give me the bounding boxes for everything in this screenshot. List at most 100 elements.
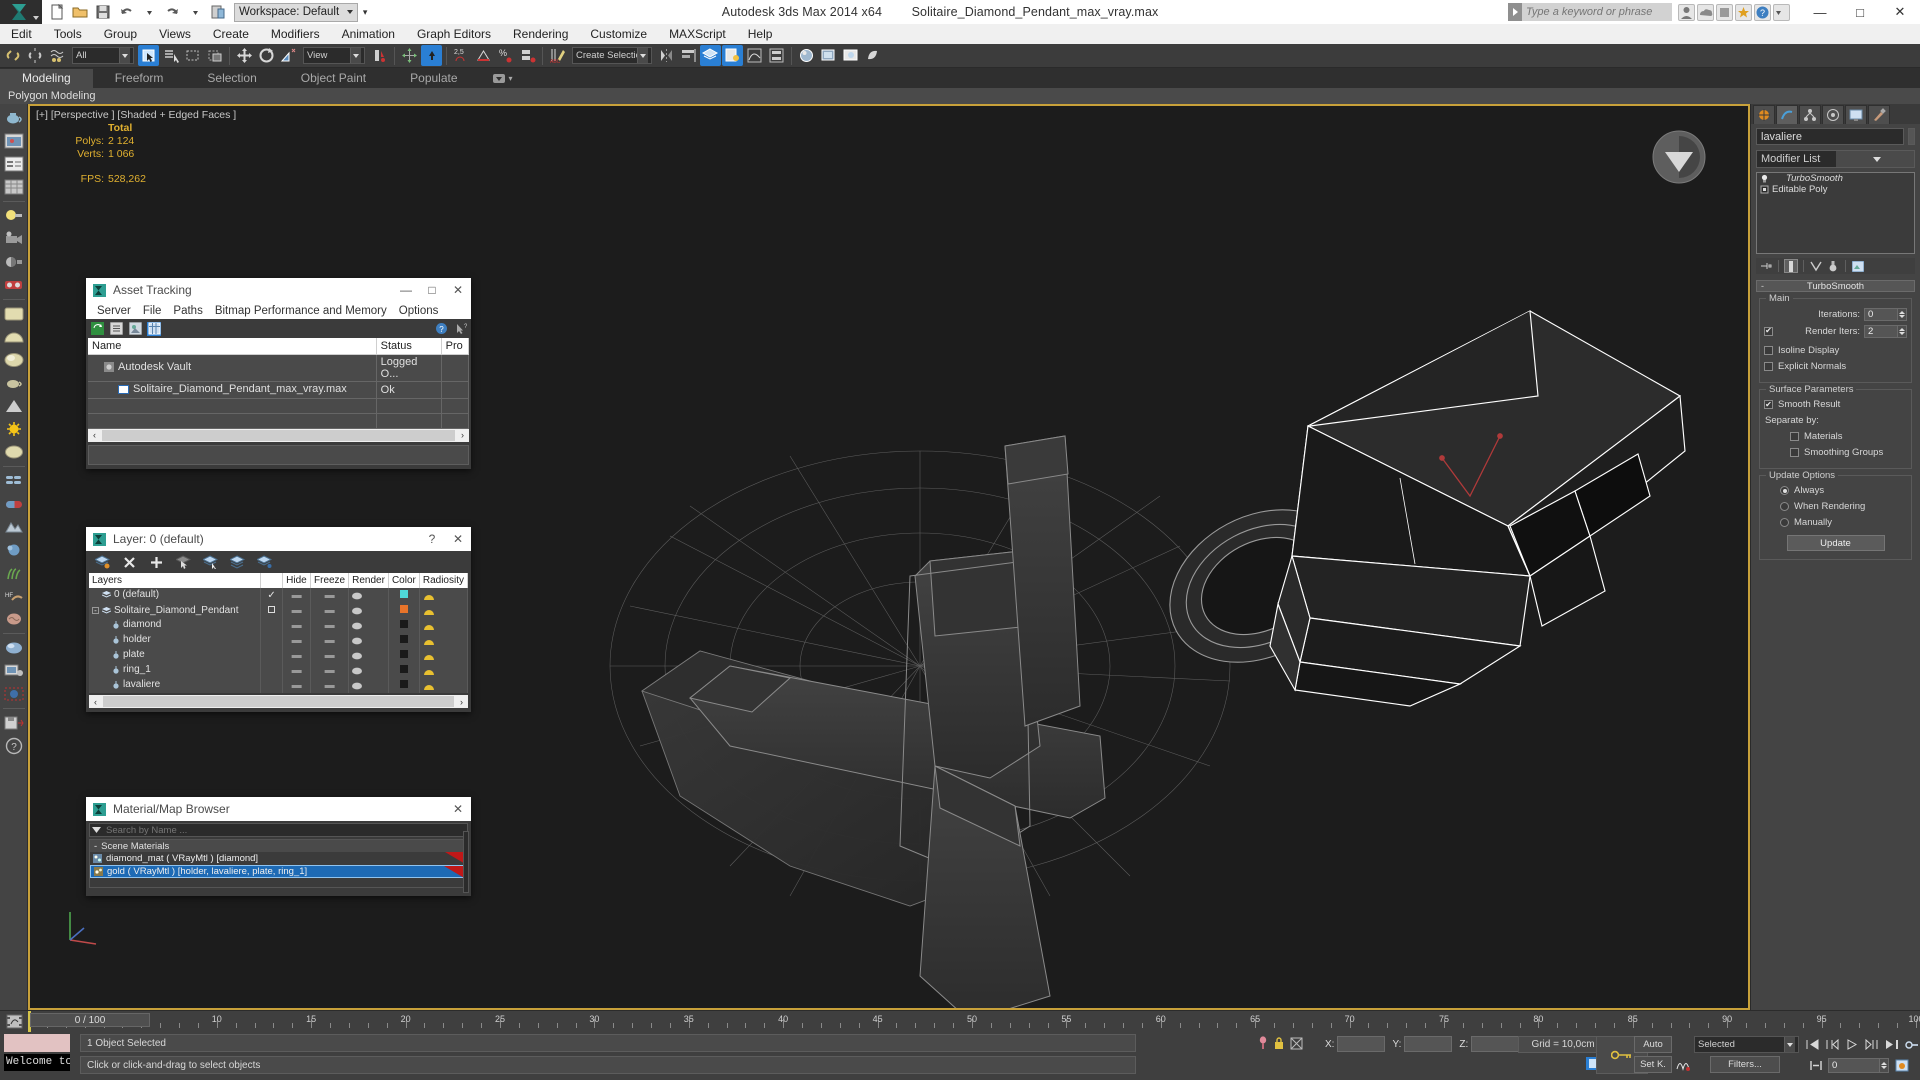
- mirror-icon[interactable]: [656, 45, 677, 66]
- search-box[interactable]: [1508, 3, 1672, 21]
- material-vertical-scrollbar[interactable]: [463, 831, 469, 893]
- remove-modifier-icon[interactable]: [1826, 259, 1840, 273]
- auto-key-button[interactable]: Auto: [1634, 1036, 1672, 1053]
- render-iters-input[interactable]: [1864, 324, 1898, 338]
- layer-freeze-toggle[interactable]: ▬: [310, 603, 350, 618]
- redo-dropdown-icon[interactable]: [184, 1, 206, 23]
- scroll-left-icon[interactable]: ‹: [89, 695, 102, 708]
- select-and-link-icon[interactable]: [3, 45, 24, 66]
- material-ball-icon[interactable]: [2, 441, 26, 463]
- bitmap-view-icon[interactable]: [128, 322, 142, 336]
- sun-icon[interactable]: [2, 418, 26, 440]
- save-image-icon[interactable]: [2, 712, 26, 734]
- render-iters-checkbox[interactable]: [1764, 326, 1773, 336]
- align-icon[interactable]: [678, 45, 699, 66]
- asset-horizontal-scrollbar[interactable]: ‹ ›: [88, 428, 469, 442]
- time-ruler[interactable]: 5101520253035404550556065707580859095100: [28, 1010, 1920, 1033]
- layer-radiosity-icon[interactable]: [419, 663, 469, 678]
- menu-item-tools[interactable]: Tools: [43, 24, 93, 44]
- camera-icon[interactable]: [2, 228, 26, 250]
- layer-col-current[interactable]: [260, 573, 284, 588]
- smooth-result-checkbox[interactable]: [1764, 400, 1773, 409]
- capsules-icon[interactable]: [2, 470, 26, 492]
- material-list[interactable]: - Scene Materials diamond_mat ( VRayMtl …: [89, 839, 468, 888]
- select-and-move-icon[interactable]: [234, 45, 255, 66]
- layer-horizontal-scrollbar[interactable]: ‹ ›: [89, 695, 468, 708]
- asset-menu-server[interactable]: Server: [91, 305, 137, 317]
- create-new-layer-icon[interactable]: [95, 555, 110, 570]
- select-and-manipulate-icon[interactable]: [399, 45, 420, 66]
- layer-manager-icon[interactable]: [700, 45, 721, 66]
- signin-icon[interactable]: [1678, 3, 1695, 21]
- table-row[interactable]: lavaliere ▬ ▬: [89, 678, 469, 693]
- schematic-view-icon[interactable]: [766, 45, 787, 66]
- grass-icon[interactable]: [2, 562, 26, 584]
- autodesk360-icon[interactable]: [1697, 3, 1714, 21]
- asset-col-name[interactable]: Name: [88, 338, 377, 355]
- help-icon[interactable]: ?: [1754, 3, 1771, 21]
- rollout-header[interactable]: - TurboSmooth: [1756, 280, 1915, 292]
- table-row[interactable]: - Solitaire_Diamond_Pendant ▬ ▬: [89, 603, 469, 618]
- search-input[interactable]: [1522, 3, 1672, 21]
- brain-icon[interactable]: [2, 608, 26, 630]
- layer-current-check[interactable]: [260, 603, 284, 618]
- layer-hide-toggle[interactable]: ▬: [282, 603, 311, 618]
- layer-color-swatch[interactable]: [388, 588, 420, 603]
- layer-freeze-toggle[interactable]: ▬: [310, 663, 350, 678]
- layer-radiosity-icon[interactable]: [419, 678, 469, 693]
- layer-render-toggle[interactable]: [348, 648, 389, 663]
- stack-item-turbosmooth[interactable]: TurboSmooth: [1757, 173, 1914, 184]
- layer-freeze-toggle[interactable]: ▬: [310, 618, 350, 633]
- layer-hide-toggle[interactable]: ▬: [282, 633, 311, 648]
- layer-freeze-toggle[interactable]: ▬: [310, 588, 350, 603]
- rollout-collapse-toggle[interactable]: -: [1761, 281, 1764, 291]
- selection-lock-icon[interactable]: [1258, 1036, 1268, 1050]
- help-circle-icon[interactable]: ?: [2, 735, 26, 757]
- exchange-icon[interactable]: [1716, 3, 1733, 21]
- snap-toggle-icon[interactable]: [421, 45, 442, 66]
- ribbon-minimize-icon[interactable]: [492, 73, 506, 84]
- target-camera-icon[interactable]: [2, 251, 26, 273]
- menu-item-create[interactable]: Create: [202, 24, 260, 44]
- layer-radiosity-icon[interactable]: [419, 618, 469, 633]
- update-when-rendering-radio[interactable]: [1780, 502, 1789, 511]
- layer-col-render[interactable]: Render: [348, 573, 389, 588]
- redo-icon[interactable]: [161, 1, 183, 23]
- unlink-selection-icon[interactable]: [25, 45, 46, 66]
- materials-checkbox[interactable]: [1790, 432, 1799, 441]
- layer-col-radiosity[interactable]: Radiosity: [419, 573, 469, 588]
- scroll-left-icon[interactable]: ‹: [88, 428, 101, 442]
- material-browser-close-button[interactable]: ✕: [445, 797, 471, 821]
- render-iters-stepper[interactable]: [1898, 324, 1907, 338]
- list-panel-icon[interactable]: [2, 153, 26, 175]
- table-row[interactable]: 0 (default) ✓ ▬ ▬: [89, 588, 469, 603]
- rectangular-selection-region-icon[interactable]: [182, 45, 203, 66]
- key-mode-icon[interactable]: [1902, 1035, 1920, 1054]
- material-sphere-icon[interactable]: [2, 349, 26, 371]
- select-and-scale-icon[interactable]: [278, 45, 299, 66]
- workspace-selector[interactable]: Workspace: Default: [234, 2, 359, 22]
- current-frame-stepper[interactable]: [1880, 1058, 1889, 1073]
- menu-item-graph-editors[interactable]: Graph Editors: [406, 24, 502, 44]
- teapot-icon[interactable]: [2, 107, 26, 129]
- material-group-toggle[interactable]: -: [94, 841, 97, 852]
- open-mini-curve-editor-icon[interactable]: [0, 1011, 28, 1033]
- ribbon-tab-modeling[interactable]: Modeling: [0, 69, 93, 88]
- x-coordinate-input[interactable]: [1337, 1036, 1386, 1052]
- asset-col-status[interactable]: Status: [376, 338, 442, 355]
- help-question-icon[interactable]: ?: [434, 322, 448, 336]
- update-when-rendering-row[interactable]: When Rendering: [1764, 500, 1907, 513]
- tab-hierarchy[interactable]: [1799, 105, 1821, 124]
- highlight-selected-objects-icon[interactable]: [203, 555, 218, 570]
- project-folder-icon[interactable]: [207, 1, 229, 23]
- refresh-icon[interactable]: [90, 322, 104, 336]
- asset-menu-options[interactable]: Options: [393, 305, 445, 317]
- iterations-input[interactable]: [1864, 307, 1898, 321]
- list-item[interactable]: diamond_mat ( VRayMtl ) [diamond]: [90, 852, 467, 865]
- asset-menu-paths[interactable]: Paths: [167, 305, 208, 317]
- layer-table[interactable]: Layers Hide Freeze Render Color Radiosit…: [89, 573, 469, 693]
- table-row[interactable]: plate ▬ ▬: [89, 648, 469, 663]
- material-search-row[interactable]: [89, 823, 468, 837]
- modifier-list-caret-icon[interactable]: [1835, 151, 1914, 167]
- select-and-rotate-icon[interactable]: [256, 45, 277, 66]
